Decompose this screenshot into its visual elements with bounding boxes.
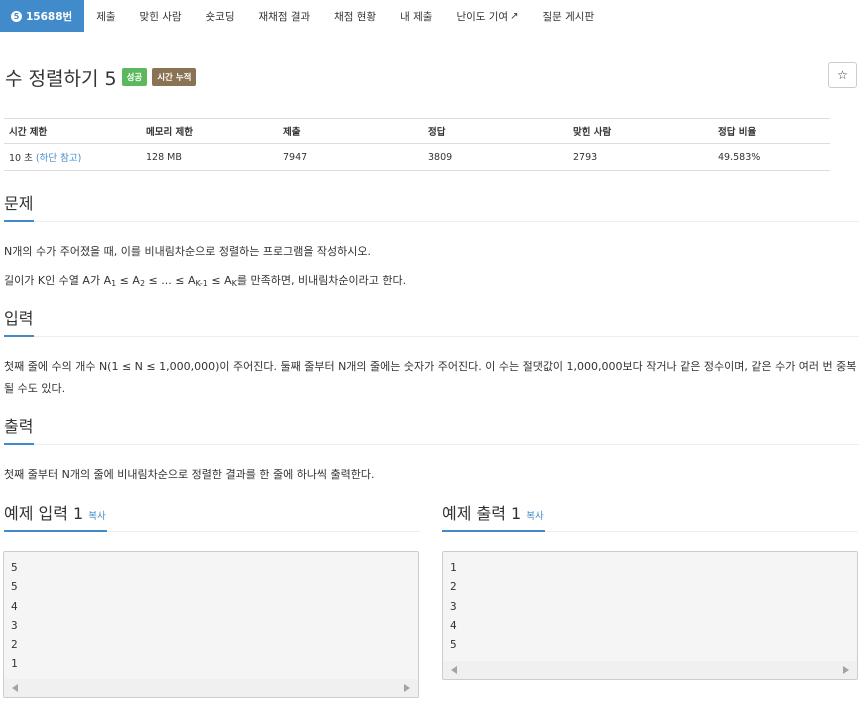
scroll-right-icon[interactable] [843,666,849,674]
memory-limit-cell: 128 MB [141,143,278,171]
scroll-right-icon[interactable] [404,684,410,692]
problem-heading: 문제 [4,193,35,222]
status-badge: 성공 [121,68,148,86]
output-section-header: 출력 [4,416,859,445]
submissions-cell: 7947 [278,143,423,171]
horizontal-scrollbar[interactable] [443,661,857,679]
problem-title: 수 정렬하기 5 [5,67,117,90]
star-button[interactable]: ☆ [828,62,857,88]
tab-difficulty[interactable]: 난이도 기여 ↗ [444,0,530,32]
header-ratio: 정답 비율 [713,118,830,144]
tab-difficulty-label: 난이도 기여 [456,10,509,23]
tier-icon: 5 [11,10,22,22]
sample-input-box: 5 5 4 3 2 1 [3,551,419,698]
problem-description: N개의 수가 주어졌을 때, 이를 비내림차순으로 정렬하는 프로그램을 작성하… [4,245,372,258]
problem-id: 15688번 [26,10,73,23]
problem-description-2: 길이가 K인 수열 A가 A1 ≤ A2 ≤ ... ≤ AK-1 ≤ AK를 … [4,274,407,288]
input-description: 첫째 줄에 수의 개수 N(1 ≤ N ≤ 1,000,000)이 주어진다. … [4,360,857,395]
tab-submit[interactable]: 제출 [84,0,127,32]
solvers-cell: 2793 [568,143,713,171]
copy-input-button[interactable]: 복사 [88,511,105,522]
header-time-limit: 시간 제한 [4,118,141,144]
problem-nav: 5 15688번 제출 맞힌 사람 숏코딩 재채점 결과 채점 현황 내 제출 … [0,0,865,32]
copy-output-button[interactable]: 복사 [526,511,543,522]
tab-my-submissions[interactable]: 내 제출 [388,0,444,32]
time-limit-cell: 10 초 (하단 참고) [4,143,141,171]
star-icon: ☆ [837,68,848,82]
sample-output-box: 1 2 3 4 5 [442,551,858,680]
table-header-row: 시간 제한 메모리 제한 제출 정답 맞힌 사람 정답 비율 [4,118,830,144]
time-limit-note-link[interactable]: (하단 참고) [36,153,81,164]
scroll-left-icon[interactable] [12,684,18,692]
tab-problem[interactable]: 5 15688번 [0,0,85,32]
input-heading: 입력 [4,308,35,337]
problem-info-table: 시간 제한 메모리 제한 제출 정답 맞힌 사람 정답 비율 10 초 (하단 … [4,118,830,171]
tab-rejudge[interactable]: 재채점 결과 [247,0,323,32]
ratio-cell: 49.583% [713,143,830,171]
problem-section-header: 문제 [4,193,859,222]
tab-board[interactable]: 질문 게시판 [530,0,606,32]
accepted-cell: 3809 [423,143,568,171]
scroll-left-icon[interactable] [451,666,457,674]
sample-output-heading: 예제 출력 1 복사 [442,503,545,532]
time-limit-value: 10 초 [9,153,33,164]
output-heading: 출력 [4,416,35,445]
input-section-header: 입력 [4,308,859,337]
sample-input-header: 예제 입력 1 복사 [4,503,420,532]
tab-solvers[interactable]: 맞힌 사람 [128,0,194,32]
header-accepted: 정답 [423,118,568,144]
external-link-icon: ↗ [510,10,519,22]
header-submissions: 제출 [278,118,423,144]
sample-input-heading: 예제 입력 1 복사 [4,503,107,532]
problem-title-row: 수 정렬하기 5 성공 시간 누적 ☆ [5,62,860,92]
sample-output-header: 예제 출력 1 복사 [442,503,858,532]
horizontal-scrollbar[interactable] [4,679,418,697]
table-row: 10 초 (하단 참고) 128 MB 7947 3809 2793 49.58… [4,143,830,171]
output-description: 첫째 줄부터 N개의 줄에 비내림차순으로 정렬한 결과를 한 줄에 하나씩 출… [4,468,375,481]
sample-output-text: 1 2 3 4 5 [450,561,457,652]
sample-input-text: 5 5 4 3 2 1 [11,561,18,671]
tab-shortcoding[interactable]: 숏코딩 [194,0,247,32]
time-accumulate-badge: 시간 누적 [152,68,197,86]
tab-status[interactable]: 채점 현황 [322,0,388,32]
header-memory-limit: 메모리 제한 [141,118,278,144]
header-solvers: 맞힌 사람 [568,118,713,144]
